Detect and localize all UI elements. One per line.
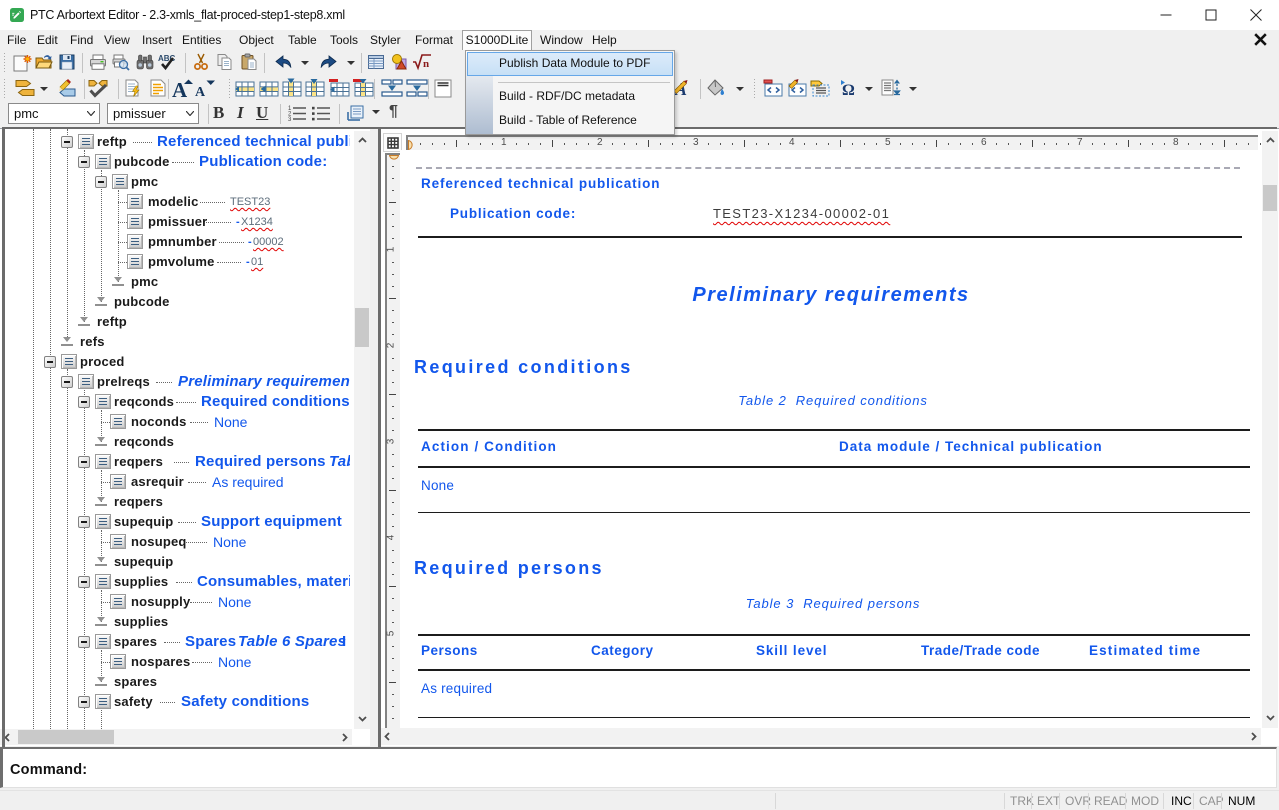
svg-text:3: 3 bbox=[288, 117, 292, 122]
svg-text:A: A bbox=[195, 85, 206, 98]
svg-text:Ω: Ω bbox=[842, 82, 855, 97]
svg-text:A: A bbox=[172, 78, 188, 98]
svg-text:n: n bbox=[423, 58, 429, 70]
